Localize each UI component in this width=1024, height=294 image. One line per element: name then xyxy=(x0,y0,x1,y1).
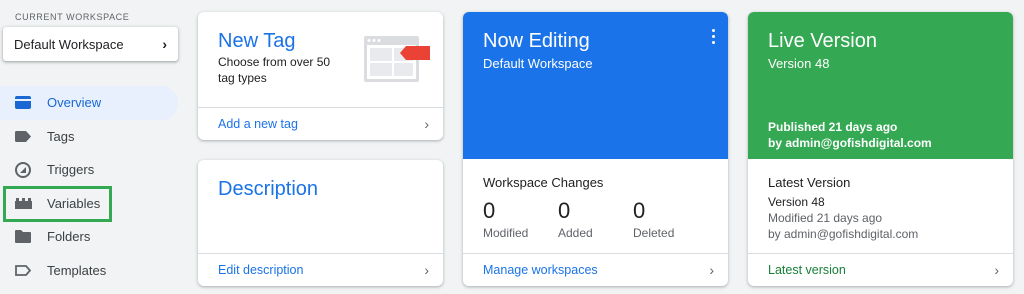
stat-added: 0 Added xyxy=(558,198,593,240)
new-tag-title: New Tag xyxy=(218,30,296,52)
edit-description-label: Edit description xyxy=(218,263,304,277)
sidebar: CURRENT WORKSPACE Default Workspace › Ov… xyxy=(0,0,186,294)
now-editing-card: Now Editing Default Workspace Workspace … xyxy=(463,12,728,286)
sidebar-item-variables[interactable]: Variables xyxy=(0,187,178,221)
sidebar-item-label: Folders xyxy=(47,229,91,245)
latest-version-link[interactable]: Latest version › xyxy=(748,253,1013,286)
tag-icon xyxy=(14,127,32,145)
folder-icon xyxy=(14,228,32,246)
chevron-right-icon: › xyxy=(709,262,714,278)
chevron-right-icon: › xyxy=(424,262,429,278)
variables-icon xyxy=(14,194,32,212)
sidebar-item-label: Tags xyxy=(47,128,75,144)
sidebar-item-triggers[interactable]: Triggers xyxy=(0,153,178,187)
more-vert-icon[interactable] xyxy=(710,29,716,44)
sidebar-item-label: Variables xyxy=(47,195,101,211)
chevron-right-icon: › xyxy=(994,262,999,278)
sidebar-item-label: Templates xyxy=(47,262,107,278)
workspace-selector[interactable]: Default Workspace › xyxy=(3,27,178,61)
overview-icon xyxy=(14,94,32,112)
published-by: by admin@gofishdigital.com xyxy=(768,136,932,150)
stat-value: 0 xyxy=(483,198,496,223)
live-version-published: Published 21 days ago by admin@gofishdig… xyxy=(768,119,932,151)
published-time: Published 21 days ago xyxy=(768,120,898,134)
latest-by: by admin@gofishdigital.com xyxy=(768,227,919,241)
stat-modified: 0 Modified xyxy=(483,198,528,240)
sidebar-item-overview[interactable]: Overview xyxy=(0,86,178,120)
latest-version-number: Version 48 xyxy=(768,195,825,209)
chevron-right-icon: › xyxy=(424,116,429,132)
edit-description-link[interactable]: Edit description › xyxy=(198,253,443,286)
live-version-title: Live Version xyxy=(768,30,877,52)
latest-version-label: Latest version xyxy=(768,263,846,277)
workspace-label: CURRENT WORKSPACE xyxy=(15,12,130,22)
tag-illustration-icon xyxy=(364,36,432,91)
now-editing-workspace: Default Workspace xyxy=(483,56,593,71)
stat-value: 0 xyxy=(558,198,571,223)
stat-label: Added xyxy=(558,226,593,240)
description-title: Description xyxy=(218,178,319,200)
latest-version-title: Latest Version xyxy=(768,175,851,190)
add-new-tag-label: Add a new tag xyxy=(218,117,298,131)
live-version-card: Live Version Version 48 Published 21 day… xyxy=(748,12,1013,286)
sidebar-item-templates[interactable]: Templates xyxy=(0,254,178,288)
sidebar-item-label: Triggers xyxy=(47,162,95,178)
trigger-icon xyxy=(14,161,32,179)
workspace-changes-title: Workspace Changes xyxy=(483,175,604,190)
now-editing-header: Now Editing Default Workspace xyxy=(463,12,728,159)
template-icon xyxy=(14,261,32,279)
manage-workspaces-label: Manage workspaces xyxy=(483,263,598,277)
live-version-header: Live Version Version 48 Published 21 day… xyxy=(748,12,1013,159)
add-new-tag-link[interactable]: Add a new tag › xyxy=(198,107,443,140)
sidebar-nav: Overview Tags Triggers Variables Folders xyxy=(0,86,178,287)
latest-version-meta: Modified 21 days ago by admin@gofishdigi… xyxy=(768,210,918,242)
manage-workspaces-link[interactable]: Manage workspaces › xyxy=(463,253,728,286)
chevron-right-icon: › xyxy=(162,36,167,52)
description-card[interactable]: Description Edit description › xyxy=(198,160,443,286)
stat-value: 0 xyxy=(633,198,646,223)
stat-label: Deleted xyxy=(633,226,675,240)
stat-label: Modified xyxy=(483,226,529,240)
live-version-number: Version 48 xyxy=(768,56,830,71)
workspace-name: Default Workspace xyxy=(14,36,124,52)
new-tag-description: Choose from over 50 tag types xyxy=(218,55,331,85)
now-editing-title: Now Editing xyxy=(483,30,590,52)
sidebar-item-folders[interactable]: Folders xyxy=(0,220,178,254)
new-tag-card[interactable]: New Tag Choose from over 50 tag types Ad… xyxy=(198,12,443,140)
stat-deleted: 0 Deleted xyxy=(633,198,674,240)
sidebar-item-label: Overview xyxy=(47,95,102,111)
sidebar-item-tags[interactable]: Tags xyxy=(0,120,178,154)
latest-modified: Modified 21 days ago xyxy=(768,211,883,225)
